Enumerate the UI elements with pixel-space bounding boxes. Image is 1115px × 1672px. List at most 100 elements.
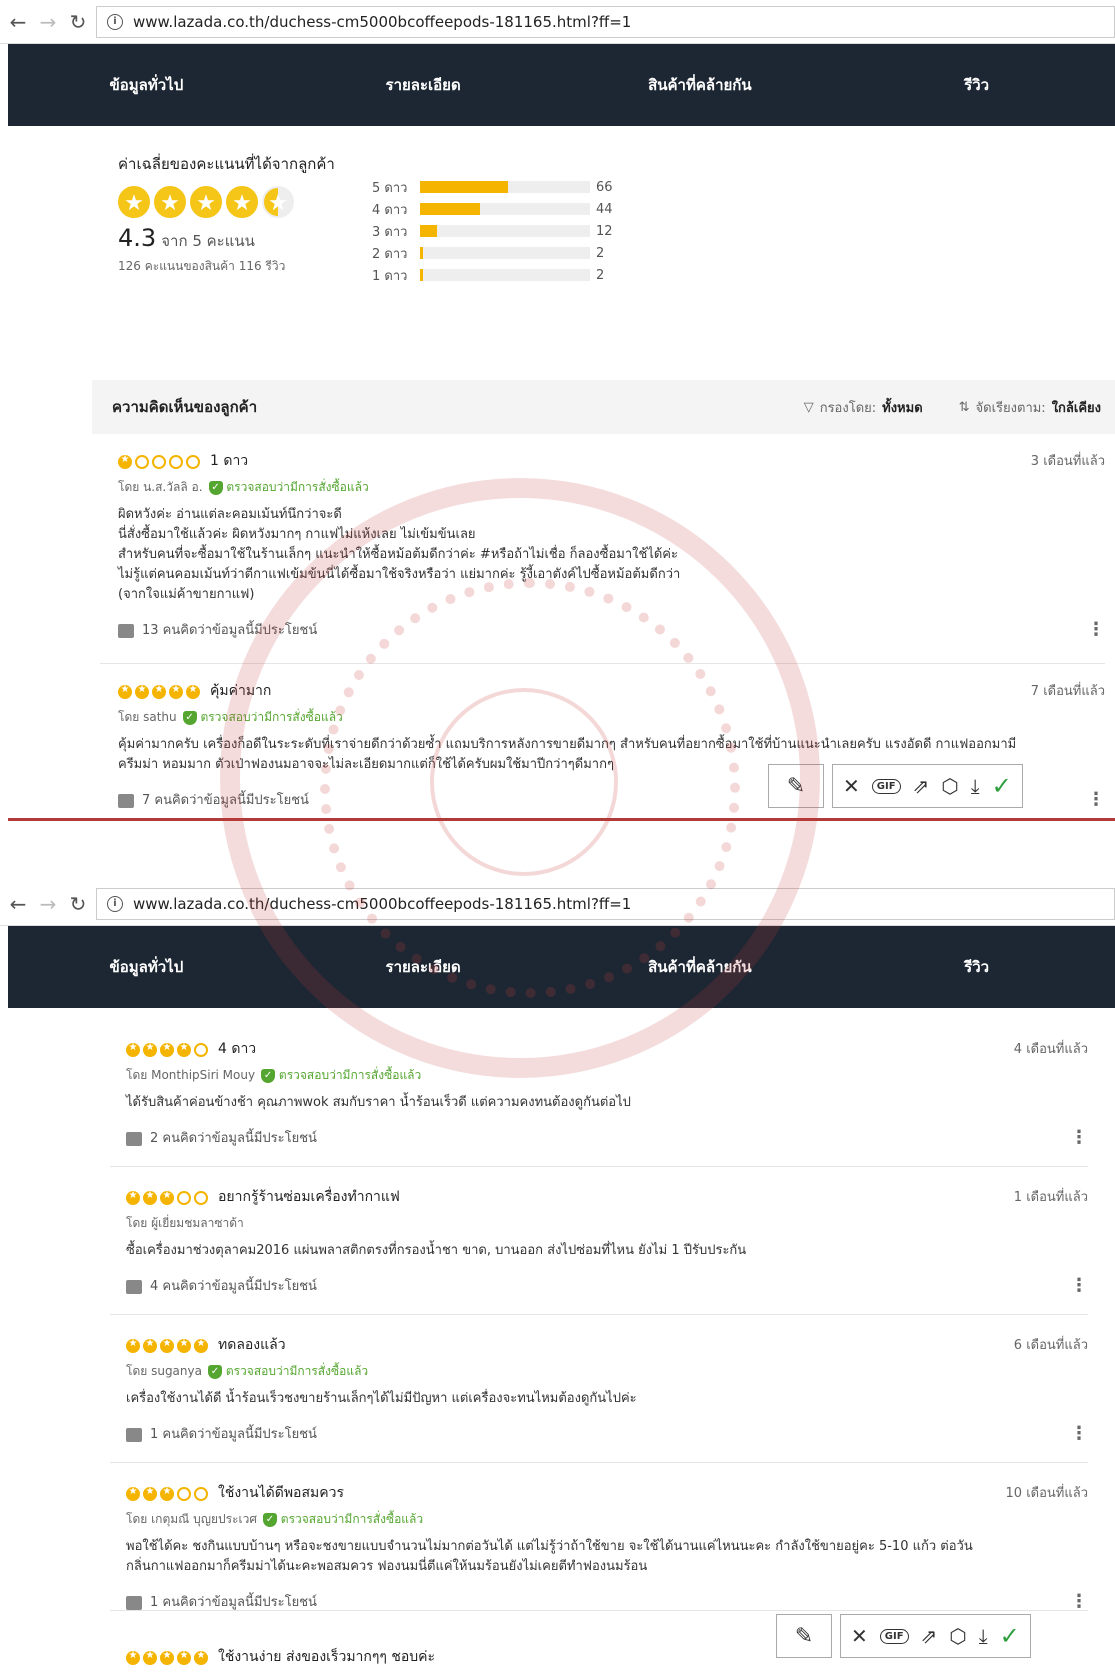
kebab-icon[interactable]: ⋮	[1070, 1423, 1088, 1444]
verified-badge: ✓ ตรวจสอบว่ามีการสั่งซื้อแล้ว	[182, 710, 343, 725]
reviews-header: ความคิดเห็นของลูกค้า ▽ กรองโดย: ทั้งหมด …	[92, 380, 1115, 434]
tab-reviews[interactable]: รีวิว	[838, 955, 1115, 979]
filter-dropdown[interactable]: ทั้งหมด	[882, 397, 923, 418]
review-author-name: โดย sathu	[118, 710, 177, 724]
helpful-vote: 13 คนคิดว่าข้อมูลนี้มีประโยชน์ ⋮	[118, 619, 1105, 640]
tab-reviews[interactable]: รีวิว	[838, 73, 1115, 97]
shield-icon[interactable]: ⬡	[949, 1624, 966, 1648]
tab-similar[interactable]: สินค้าที่คล้ายกัน	[562, 73, 839, 97]
star-icon	[194, 1042, 208, 1057]
close-icon[interactable]: ✕	[851, 1624, 868, 1648]
back-icon[interactable]: ←	[6, 10, 30, 34]
helpful-text: 1 คนคิดว่าข้อมูลนี้มีประโยชน์	[150, 1595, 317, 1610]
reload-icon[interactable]: ↻	[66, 10, 90, 34]
thumb-up-icon[interactable]	[126, 1427, 142, 1442]
thumb-up-icon[interactable]	[126, 1279, 142, 1294]
product-tabs: ข้อมูลทั่วไป รายละเอียด สินค้าที่คล้ายกั…	[8, 926, 1115, 1008]
rating-breakdown: 5 ดาว 66 4 ดาว 44 3 ดาว 12 2 ดาว 2 1 ดาว 2	[372, 176, 613, 286]
rating-bar-fill	[420, 269, 424, 281]
review-divider	[110, 1166, 1088, 1167]
brush-icon[interactable]: ✎	[776, 1614, 832, 1658]
star-icon: ★	[190, 186, 222, 218]
helpful-text: 7 คนคิดว่าข้อมูลนี้มีประโยชน์	[142, 793, 309, 808]
star-icon	[118, 454, 132, 469]
helpful-vote: 4 คนคิดว่าข้อมูลนี้มีประโยชน์ ⋮	[126, 1275, 1088, 1296]
review-author: โดย MonthipSiri Mouy ✓ ตรวจสอบว่ามีการสั่…	[126, 1066, 1088, 1085]
share-icon[interactable]: ⇗	[921, 1624, 938, 1648]
tab-general[interactable]: ข้อมูลทั่วไป	[8, 73, 285, 97]
star-icon	[177, 1486, 191, 1501]
rating-score-suffix: จาก 5 คะแนน	[161, 232, 255, 250]
star-icon	[177, 1338, 191, 1353]
review-author: โดย sathu ✓ ตรวจสอบว่ามีการสั่งซื้อแล้ว	[118, 708, 1105, 727]
rating-heading: ค่าเฉลี่ยของคะแนนที่ได้จากลูกค้า	[118, 155, 335, 173]
thumb-up-icon[interactable]	[118, 793, 134, 808]
kebab-icon[interactable]: ⋮	[1070, 1127, 1088, 1148]
info-icon[interactable]: i	[107, 13, 123, 30]
tab-similar[interactable]: สินค้าที่คล้ายกัน	[562, 955, 839, 979]
star-icon	[126, 1650, 140, 1665]
review-title: ใช้งานง่าย ส่งของเร็วมากๆๆ ชอบค่ะ	[218, 1649, 436, 1665]
reload-icon[interactable]: ↻	[66, 892, 90, 916]
forward-icon[interactable]: →	[36, 10, 60, 34]
capture-toolbar: ✎ ✕ GIF ⇗ ⬡ ⤓ ✓	[768, 764, 1023, 808]
tab-details[interactable]: รายละเอียด	[285, 73, 562, 97]
star-icon	[126, 1486, 140, 1501]
review-author-name: โดย ผู้เยี่ยมชมลาซาด้า	[126, 1216, 244, 1230]
rating-bar-label: 2 ดาว	[372, 246, 408, 262]
star-icon	[126, 1338, 140, 1353]
filter-icon[interactable]: ▽	[804, 400, 814, 415]
tab-general[interactable]: ข้อมูลทั่วไป	[8, 955, 285, 979]
sort-dropdown[interactable]: ใกล้เคียง	[1052, 397, 1101, 418]
capture-actions: ✕ GIF ⇗ ⬡ ⤓ ✓	[840, 1614, 1031, 1658]
kebab-icon[interactable]: ⋮	[1070, 1275, 1088, 1296]
tab-details[interactable]: รายละเอียด	[285, 955, 562, 979]
helpful-text: 4 คนคิดว่าข้อมูลนี้มีประโยชน์	[150, 1279, 317, 1294]
download-icon[interactable]: ⤓	[971, 774, 980, 798]
rating-bar-row: 1 ดาว 2	[372, 264, 613, 286]
star-icon	[186, 684, 200, 699]
star-icon	[160, 1042, 174, 1057]
star-icon	[169, 454, 183, 469]
kebab-icon[interactable]: ⋮	[1087, 619, 1105, 640]
brush-icon[interactable]: ✎	[768, 764, 824, 808]
review-title: อยากรู้ร้านซ่อมเครื่องทำกาแฟ	[218, 1189, 400, 1205]
kebab-icon[interactable]: ⋮	[1087, 789, 1105, 810]
review-item: 4 ดาว 4 เดือนที่แล้วโดย MonthipSiri Mouy ✓…	[126, 1038, 1088, 1148]
rating-bar-count: 66	[596, 179, 613, 195]
star-icon	[143, 1190, 157, 1205]
rating-bar-fill	[420, 181, 509, 193]
review-body: พอใช้ได้คะ ชงกินแบบบ้านๆ หรือจะชงขายแบบจ…	[126, 1539, 973, 1574]
rating-bar-label: 1 ดาว	[372, 268, 408, 284]
sort-icon[interactable]: ⇅	[959, 400, 970, 415]
share-icon[interactable]: ⇗	[913, 774, 930, 798]
address-bar[interactable]: i www.lazada.co.th/duchess-cm5000bcoffee…	[96, 5, 1115, 38]
close-icon[interactable]: ✕	[843, 774, 860, 798]
address-bar[interactable]: i www.lazada.co.th/duchess-cm5000bcoffee…	[96, 887, 1115, 920]
screenshot-2: ← → ↻ i www.lazada.co.th/duchess-cm5000b…	[0, 882, 1115, 1672]
review-title: คุ้มค่ามาก	[210, 683, 272, 699]
review-author: โดย ผู้เยี่ยมชมลาซาด้า	[126, 1214, 1088, 1233]
review-stars	[118, 454, 200, 469]
gif-icon[interactable]: GIF	[871, 778, 901, 794]
verified-text: ตรวจสอบว่ามีการสั่งซื้อแล้ว	[278, 1068, 422, 1082]
info-icon[interactable]: i	[107, 895, 123, 912]
filter-label: กรองโดย:	[819, 400, 877, 416]
star-icon	[160, 1190, 174, 1205]
gif-icon[interactable]: GIF	[879, 1628, 909, 1644]
rating-bar-track	[420, 247, 590, 259]
shield-icon[interactable]: ⬡	[941, 774, 958, 798]
kebab-icon[interactable]: ⋮	[1070, 1591, 1088, 1612]
thumb-up-icon[interactable]	[126, 1131, 142, 1146]
check-icon[interactable]: ✓	[1000, 1622, 1020, 1650]
review-date: 1 เดือนที่แล้ว	[1013, 1190, 1088, 1205]
thumb-up-icon[interactable]	[118, 623, 134, 638]
download-icon[interactable]: ⤓	[979, 1624, 988, 1648]
check-icon[interactable]: ✓	[992, 772, 1012, 800]
verified-badge: ✓ ตรวจสอบว่ามีการสั่งซื้อแล้ว	[261, 1068, 422, 1083]
rating-bar-count: 44	[596, 201, 613, 217]
thumb-up-icon[interactable]	[126, 1595, 142, 1610]
back-icon[interactable]: ←	[6, 892, 30, 916]
forward-icon[interactable]: →	[36, 892, 60, 916]
review-date: 10 เดือนที่แล้ว	[1005, 1486, 1088, 1501]
